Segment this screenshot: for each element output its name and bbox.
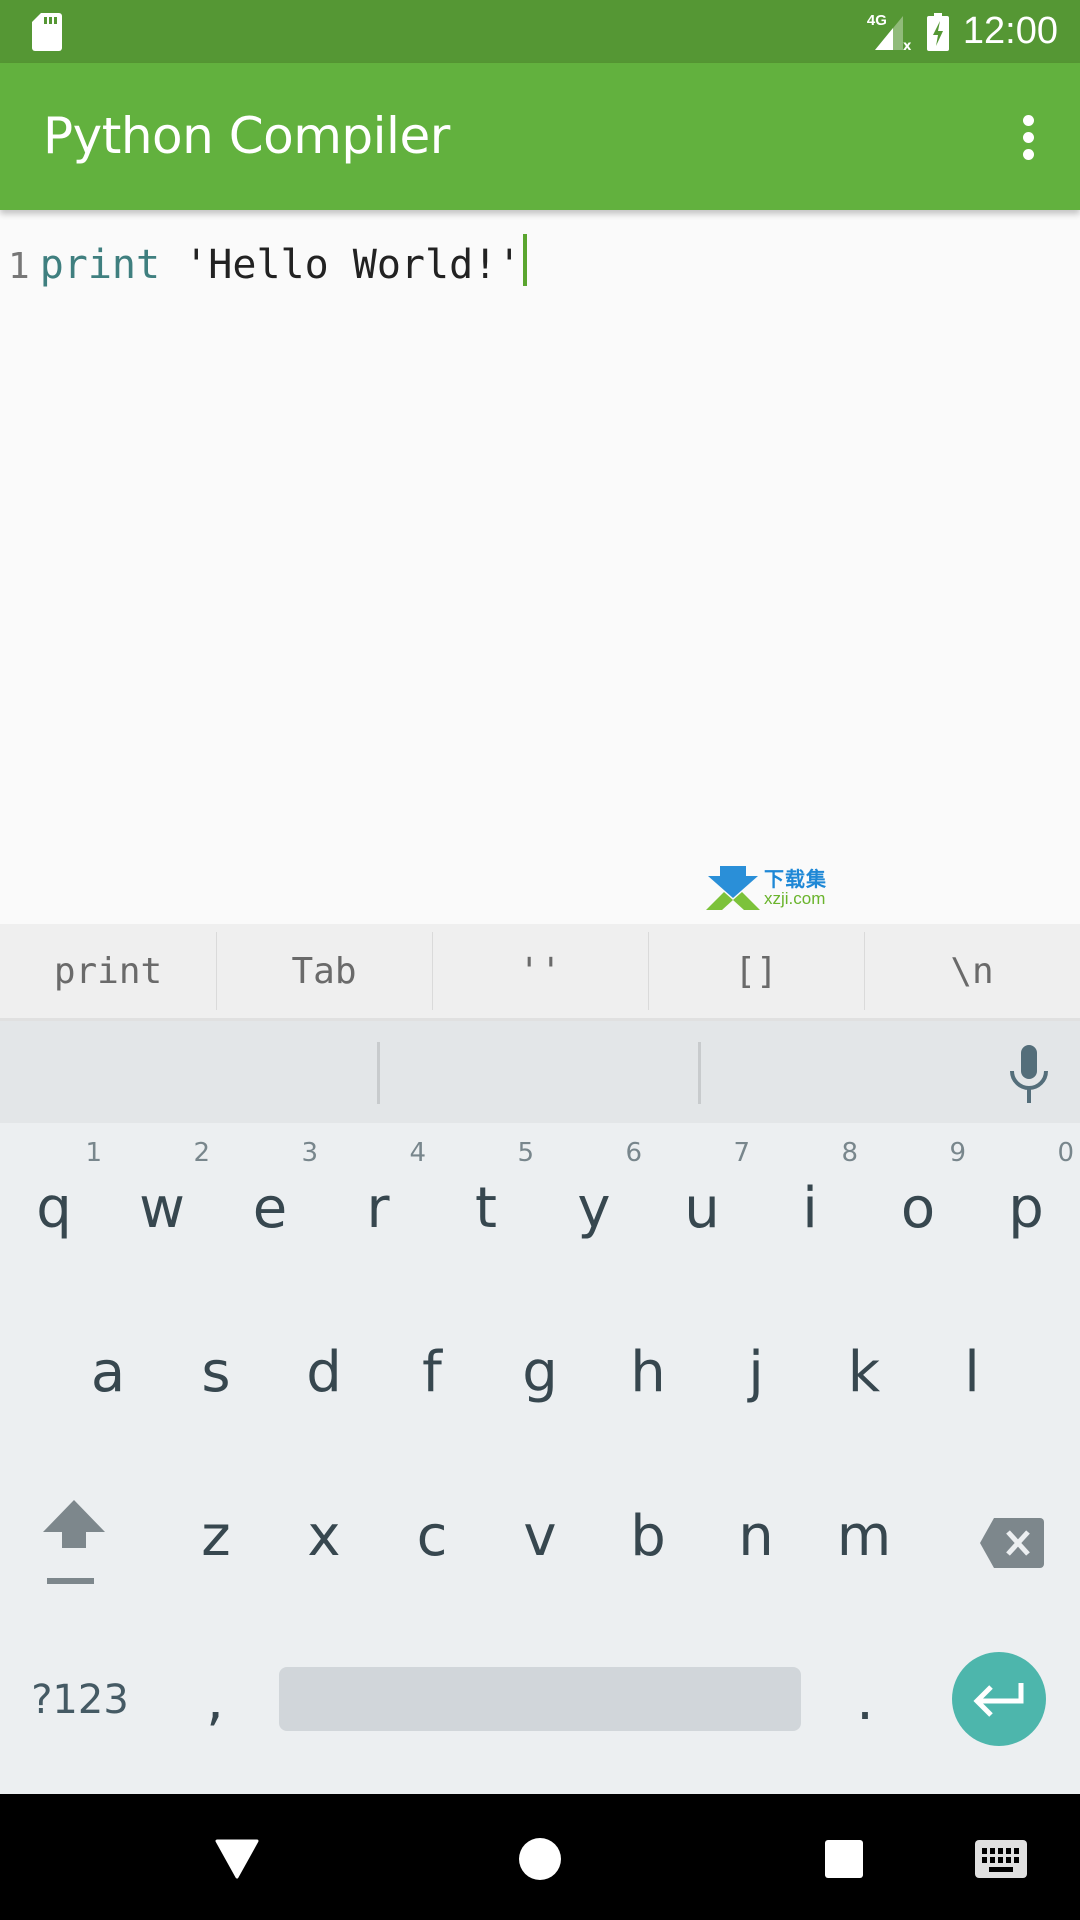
suggestion-2[interactable] <box>380 1021 698 1123</box>
key-u[interactable]: u7 <box>648 1128 756 1288</box>
shortcut-quotes[interactable]: '' <box>432 924 648 1018</box>
backspace-icon <box>980 1518 1044 1568</box>
watermark: 下载集 xzji.com <box>706 866 846 910</box>
key-t[interactable]: t5 <box>432 1128 540 1288</box>
key-i[interactable]: i8 <box>756 1128 864 1288</box>
line-number: 1 <box>8 246 30 287</box>
symbols-key[interactable]: ?123 <box>10 1630 150 1770</box>
keyboard-switch-icon <box>975 1840 1027 1878</box>
key-z[interactable]: z <box>162 1456 270 1616</box>
comma-key[interactable]: , <box>160 1630 270 1770</box>
watermark-en: xzji.com <box>764 888 826 908</box>
key-n[interactable]: n <box>702 1456 810 1616</box>
key-v[interactable]: v <box>486 1456 594 1616</box>
home-button[interactable] <box>495 1814 585 1904</box>
microphone-icon[interactable] <box>1008 1045 1050 1103</box>
code-line[interactable]: 1 print 'Hello World!' <box>8 226 528 288</box>
key-w[interactable]: w2 <box>108 1128 216 1288</box>
key-s[interactable]: s <box>162 1292 270 1452</box>
shortcut-bar: print Tab '' [] \n <box>0 924 1080 1021</box>
key-l[interactable]: l <box>918 1292 1026 1452</box>
text-cursor <box>523 234 528 286</box>
key-x[interactable]: x <box>270 1456 378 1616</box>
key-e[interactable]: e3 <box>216 1128 324 1288</box>
status-icons: 4G x 12:00 <box>867 0 1058 63</box>
battery-charging-icon <box>926 12 949 51</box>
key-o[interactable]: o9 <box>864 1128 972 1288</box>
key-c[interactable]: c <box>378 1456 486 1616</box>
navigation-bar <box>0 1794 1080 1920</box>
key-g[interactable]: g <box>486 1292 594 1452</box>
shortcut-brackets[interactable]: [] <box>648 924 864 1018</box>
suggestion-strip <box>0 1021 1080 1123</box>
keyboard-switch-button[interactable] <box>956 1814 1046 1904</box>
key-y[interactable]: y6 <box>540 1128 648 1288</box>
shortcut-print[interactable]: print <box>0 924 216 1018</box>
code-string: 'Hello World!' <box>160 242 522 288</box>
app-title: Python Compiler <box>43 107 450 165</box>
enter-arrow-icon <box>973 1683 1024 1717</box>
code-keyword: print <box>39 242 161 288</box>
download-arrow-logo-icon <box>706 866 760 910</box>
key-k[interactable]: k <box>810 1292 918 1452</box>
key-a[interactable]: a <box>54 1292 162 1452</box>
key-q[interactable]: q1 <box>0 1128 108 1288</box>
key-f[interactable]: f <box>378 1292 486 1452</box>
recents-icon <box>825 1840 863 1878</box>
key-r[interactable]: r4 <box>324 1128 432 1288</box>
code-editor[interactable]: 1 print 'Hello World!' <box>0 210 1080 924</box>
key-b[interactable]: b <box>594 1456 702 1616</box>
shortcut-tab[interactable]: Tab <box>216 924 432 1018</box>
home-icon <box>519 1838 561 1880</box>
status-bar: 4G x 12:00 <box>0 0 1080 63</box>
app-bar: Python Compiler <box>0 63 1080 210</box>
period-key[interactable]: . <box>810 1630 920 1770</box>
sd-card-icon <box>32 13 62 51</box>
shift-key[interactable] <box>12 1463 136 1623</box>
svg-text:x: x <box>903 39 912 52</box>
key-p[interactable]: p0 <box>972 1128 1080 1288</box>
shift-arrow-icon <box>43 1500 105 1584</box>
key-j[interactable]: j <box>702 1292 810 1452</box>
key-d[interactable]: d <box>270 1292 378 1452</box>
more-options-button[interactable] <box>996 101 1060 173</box>
back-button[interactable] <box>192 1814 282 1904</box>
back-icon <box>215 1839 259 1879</box>
backspace-key[interactable] <box>950 1463 1074 1623</box>
space-bar[interactable] <box>279 1667 801 1731</box>
suggestion-1[interactable] <box>0 1021 377 1123</box>
key-m[interactable]: m <box>810 1456 918 1616</box>
more-vert-icon <box>1022 114 1034 126</box>
shortcut-newline[interactable]: \n <box>864 924 1080 1018</box>
suggestion-3[interactable] <box>701 1021 981 1123</box>
watermark-cn: 下载集 <box>764 868 827 891</box>
enter-key[interactable] <box>952 1652 1046 1746</box>
recents-button[interactable] <box>799 1814 889 1904</box>
clock: 12:00 <box>962 10 1058 52</box>
key-h[interactable]: h <box>594 1292 702 1452</box>
signal-no-data-icon: 4G x <box>867 12 913 52</box>
